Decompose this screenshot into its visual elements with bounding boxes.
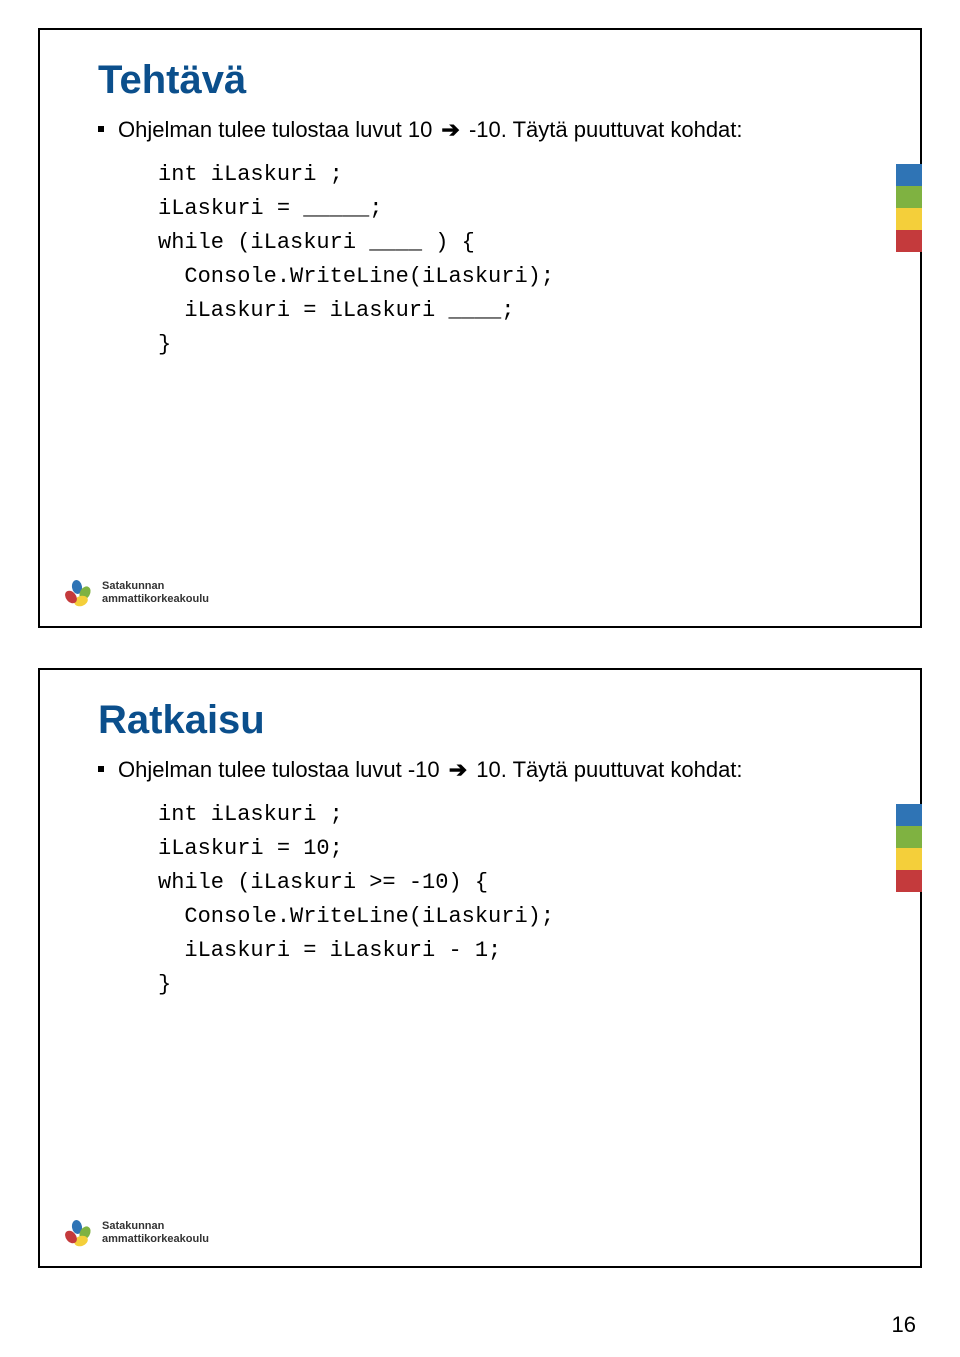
logo-line2: ammattikorkeakoulu: [102, 593, 209, 606]
stripe-blue: [896, 164, 922, 186]
bullet-icon: [98, 766, 104, 772]
slide1-code: int iLaskuri ; iLaskuri = _____; while (…: [158, 158, 870, 363]
logo-flower-icon: [64, 580, 94, 606]
slide-1: Tehtävä Ohjelman tulee tulostaa luvut 10…: [38, 28, 922, 628]
footer-logo: Satakunnan ammattikorkeakoulu: [64, 580, 209, 606]
slide2-bullet-prefix: Ohjelman tulee tulostaa luvut -10: [118, 757, 446, 782]
stripe-green: [896, 826, 922, 848]
logo-flower-icon: [64, 1220, 94, 1246]
slide2-bullet-text: Ohjelman tulee tulostaa luvut -10 ➔ 10. …: [118, 756, 743, 784]
stripe-yellow: [896, 208, 922, 230]
footer-logo: Satakunnan ammattikorkeakoulu: [64, 1220, 209, 1246]
page-container: Tehtävä Ohjelman tulee tulostaa luvut 10…: [0, 0, 960, 1348]
stripe-red: [896, 230, 922, 252]
logo-line1: Satakunnan: [102, 580, 209, 593]
stripe-red: [896, 870, 922, 892]
slide1-bullet: Ohjelman tulee tulostaa luvut 10 ➔ -10. …: [98, 116, 870, 144]
color-accent-stripes: [896, 804, 922, 892]
stripe-yellow: [896, 848, 922, 870]
logo-text: Satakunnan ammattikorkeakoulu: [102, 580, 209, 605]
bullet-icon: [98, 126, 104, 132]
color-accent-stripes: [896, 164, 922, 252]
logo-text: Satakunnan ammattikorkeakoulu: [102, 1220, 209, 1245]
slide2-title: Ratkaisu: [98, 698, 870, 742]
slide1-bullet-text: Ohjelman tulee tulostaa luvut 10 ➔ -10. …: [118, 116, 743, 144]
slide1-title: Tehtävä: [98, 58, 870, 102]
slide2-bullet: Ohjelman tulee tulostaa luvut -10 ➔ 10. …: [98, 756, 870, 784]
slide1-bullet-suffix: -10. Täytä puuttuvat kohdat:: [463, 117, 743, 142]
slide2-bullet-suffix: 10. Täytä puuttuvat kohdat:: [470, 757, 742, 782]
slide2-code: int iLaskuri ; iLaskuri = 10; while (iLa…: [158, 798, 870, 1003]
page-number: 16: [38, 1308, 922, 1338]
arrow-right-icon: ➔: [449, 756, 467, 784]
logo-line2: ammattikorkeakoulu: [102, 1233, 209, 1246]
logo-line1: Satakunnan: [102, 1220, 209, 1233]
slide-2: Ratkaisu Ohjelman tulee tulostaa luvut -…: [38, 668, 922, 1268]
stripe-blue: [896, 804, 922, 826]
slide1-bullet-prefix: Ohjelman tulee tulostaa luvut 10: [118, 117, 438, 142]
stripe-green: [896, 186, 922, 208]
arrow-right-icon: ➔: [441, 116, 459, 144]
